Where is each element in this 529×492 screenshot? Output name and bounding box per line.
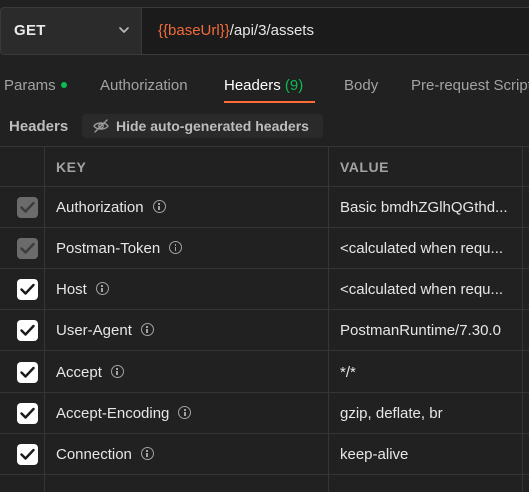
header-key-text: Connection	[56, 446, 132, 463]
row-checkbox[interactable]	[17, 238, 38, 259]
request-tabs: Params Authorization Headers (9) Body Pr…	[0, 62, 529, 106]
info-icon[interactable]	[110, 365, 124, 378]
header-key-text: Accept-Encoding	[56, 405, 170, 422]
check-icon	[20, 201, 35, 213]
chevron-down-icon	[119, 27, 129, 33]
row-checkbox[interactable]	[17, 362, 38, 383]
column-header-value: VALUE	[340, 159, 389, 175]
table-row: Host <calculated when requ...	[0, 269, 529, 310]
info-icon[interactable]	[169, 241, 183, 254]
header-key[interactable]: Accept	[56, 364, 124, 381]
tab-pre-request-script-label: Pre-request Script	[411, 77, 529, 94]
info-icon[interactable]	[140, 447, 154, 460]
header-key-text: User-Agent	[56, 322, 132, 339]
hide-auto-generated-button[interactable]: Hide auto-generated headers	[82, 114, 323, 138]
tab-body[interactable]: Body	[344, 77, 378, 94]
tab-params-label: Params	[4, 77, 56, 94]
table-row: Connection keep-alive	[0, 434, 529, 475]
check-icon	[20, 242, 35, 254]
tab-authorization-label: Authorization	[100, 77, 188, 94]
headers-section-title: Headers	[9, 118, 69, 135]
url-variable: {{baseUrl}}	[158, 22, 230, 39]
tab-headers-label: Headers	[224, 77, 281, 94]
header-key[interactable]: Postman-Token	[56, 240, 183, 257]
url-text: {{baseUrl}}/api/3/assets	[158, 22, 314, 39]
column-header-key: KEY	[56, 159, 87, 175]
hide-auto-generated-label: Hide auto-generated headers	[116, 118, 309, 134]
method-label: GET	[14, 22, 46, 39]
check-icon	[20, 283, 35, 295]
header-key[interactable]: Accept-Encoding	[56, 405, 192, 422]
tab-body-label: Body	[344, 77, 379, 94]
headers-table: KEY VALUE Authorization Basic bmdhZGlhQG…	[0, 146, 529, 492]
row-checkbox[interactable]	[17, 403, 38, 424]
table-row: Postman-Token <calculated when requ...	[0, 228, 529, 269]
header-value[interactable]: <calculated when requ...	[340, 240, 520, 257]
eye-off-icon	[93, 119, 109, 133]
info-icon[interactable]	[140, 323, 154, 336]
header-value[interactable]: keep-alive	[340, 446, 520, 463]
tab-params[interactable]: Params	[4, 77, 67, 94]
table-header: KEY VALUE	[0, 146, 529, 187]
header-key-text: Postman-Token	[56, 240, 161, 257]
header-value[interactable]: PostmanRuntime/7.30.0	[340, 322, 520, 339]
check-icon	[20, 366, 35, 378]
check-icon	[20, 448, 35, 460]
table-row: User-Agent PostmanRuntime/7.30.0	[0, 310, 529, 351]
url-path: /api/3/assets	[229, 22, 314, 39]
header-value[interactable]: */*	[340, 364, 520, 381]
header-key-text: Host	[56, 281, 87, 298]
header-value[interactable]: Basic bmdhZGlhQGthd...	[340, 199, 520, 216]
row-checkbox[interactable]	[17, 197, 38, 218]
info-icon[interactable]	[178, 406, 192, 419]
tab-authorization[interactable]: Authorization	[100, 77, 188, 94]
row-checkbox[interactable]	[17, 320, 38, 341]
table-row: Accept-Encoding gzip, deflate, br	[0, 393, 529, 434]
row-checkbox[interactable]	[17, 279, 38, 300]
tab-headers[interactable]: Headers (9)	[224, 77, 303, 94]
info-icon[interactable]	[152, 200, 166, 213]
params-indicator-dot	[60, 82, 67, 89]
table-row: Authorization Basic bmdhZGlhQGthd...	[0, 187, 529, 228]
method-selector[interactable]: GET	[0, 7, 142, 55]
header-value[interactable]: <calculated when requ...	[340, 281, 520, 298]
url-input[interactable]: {{baseUrl}}/api/3/assets	[142, 7, 529, 55]
table-row: Accept */*	[0, 352, 529, 393]
header-key[interactable]: Host	[56, 281, 109, 298]
tab-pre-request-script[interactable]: Pre-request Script	[411, 77, 529, 94]
request-bar: GET {{baseUrl}}/api/3/assets	[0, 0, 529, 62]
header-key-text: Accept	[56, 364, 102, 381]
header-value[interactable]: gzip, deflate, br	[340, 405, 520, 422]
header-key[interactable]: Authorization	[56, 199, 166, 216]
tab-headers-count: (9)	[284, 77, 304, 94]
check-icon	[20, 407, 35, 419]
headers-subheader: Headers Hide auto-generated headers	[0, 106, 529, 146]
header-key[interactable]: Connection	[56, 446, 154, 463]
info-icon[interactable]	[95, 282, 109, 295]
header-key[interactable]: User-Agent	[56, 322, 154, 339]
active-tab-underline	[224, 101, 315, 103]
check-icon	[20, 324, 35, 336]
row-checkbox[interactable]	[17, 444, 38, 465]
header-key-text: Authorization	[56, 199, 144, 216]
